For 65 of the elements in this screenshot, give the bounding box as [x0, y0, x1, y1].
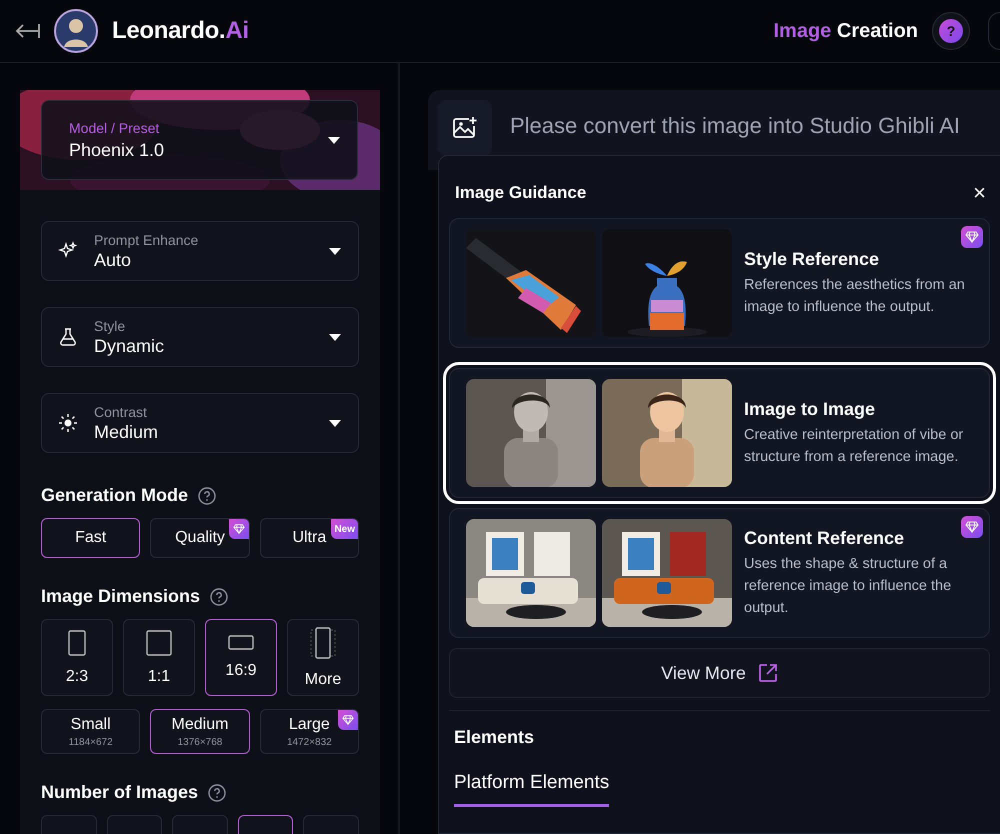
sun-icon [58, 413, 78, 433]
help-button[interactable]: ? [939, 19, 963, 43]
portrait-frame-icon [68, 630, 86, 656]
settings-dropdown[interactable]: Contrast Medium [41, 393, 359, 453]
mode-option[interactable]: Fast [41, 518, 140, 558]
option-title: Image to Image [744, 398, 876, 420]
new-badge: New [331, 519, 358, 539]
view-more-button[interactable]: View More [449, 648, 990, 698]
option-description: Creative reinterpretation of vibe or structure from a reference image. [744, 426, 964, 466]
size-option[interactable]: Small 1184×672 [41, 709, 140, 754]
size-option[interactable]: Medium 1376×768 [150, 709, 250, 754]
prompt-input[interactable]: Please convert this image into Studio Ghibli AI [510, 113, 1000, 139]
gem-icon [342, 714, 354, 726]
dropdown-value: Phoenix 1.0 [69, 140, 164, 160]
close-button[interactable]: × [973, 182, 986, 204]
avatar [54, 9, 98, 53]
popup-title: Image Guidance [455, 183, 586, 203]
page-title: Image Creation [774, 20, 918, 42]
help-icon[interactable] [210, 588, 228, 606]
image-add-icon [452, 116, 478, 140]
external-link-icon [758, 663, 778, 683]
section-heading: Generation Mode [41, 485, 188, 506]
dropdown-label: Contrast [94, 404, 148, 420]
size-option[interactable]: Large 1472×832 [260, 709, 359, 754]
guidance-option-card[interactable]: Content Reference Uses the shape & structure of a reference image to influence the output. [449, 508, 990, 638]
caret-icon [327, 136, 341, 144]
model-preset-dropdown[interactable]: Model / Preset Phoenix 1.0 [41, 100, 358, 180]
dropdown-label: Model / Preset [69, 120, 160, 136]
aspect-ratio-option[interactable]: 16:9 [205, 619, 277, 696]
aspect-ratio-option[interactable]: 2:3 [41, 619, 113, 696]
section-heading: Image Dimensions [41, 586, 200, 607]
image-guidance-button[interactable] [438, 100, 492, 156]
landscape-frame-icon [228, 635, 254, 650]
section-heading: Number of Images [41, 782, 198, 803]
brand-name: Leonardo.Ai [112, 17, 249, 45]
caret-icon [328, 418, 342, 428]
back-arrow-icon[interactable] [14, 22, 40, 40]
help-icon[interactable] [198, 486, 216, 504]
gem-icon [965, 230, 979, 244]
option-title: Content Reference [744, 528, 906, 548]
dropdown-label: Prompt Enhance [94, 232, 200, 248]
square-frame-icon [146, 630, 172, 656]
aspect-ratio-option[interactable]: 1:1 [123, 619, 195, 696]
mode-option[interactable]: Ultra New [260, 518, 359, 558]
settings-dropdown[interactable]: Style Dynamic [41, 307, 359, 367]
help-icon[interactable] [208, 784, 226, 802]
settings-dropdown[interactable]: Prompt Enhance Auto [41, 221, 359, 281]
gem-icon [965, 520, 979, 534]
dropdown-label: Style [94, 318, 126, 334]
mode-option[interactable]: Quality [150, 518, 250, 558]
option-description: References the aesthetics from an image to influence the output. [744, 276, 966, 316]
caret-icon [328, 332, 342, 342]
option-title: Style Reference [744, 248, 880, 270]
elements-tab[interactable]: Platform Elements [454, 772, 610, 807]
dropdown-value: Auto [94, 250, 132, 270]
section-heading: Elements [453, 726, 536, 748]
option-description: Uses the shape & structure of a reference image to influence the output. [744, 554, 952, 618]
flask-icon [58, 327, 78, 347]
guidance-option-card[interactable]: Style Reference References the aesthetics from an image to influence the output. [449, 218, 990, 348]
frames-icon [310, 626, 336, 658]
gem-icon [232, 523, 245, 535]
dropdown-value: Medium [94, 422, 160, 442]
dropdown-value: Dynamic [94, 336, 166, 356]
aspect-ratio-option[interactable]: More [287, 619, 359, 696]
caret-icon [328, 246, 342, 256]
